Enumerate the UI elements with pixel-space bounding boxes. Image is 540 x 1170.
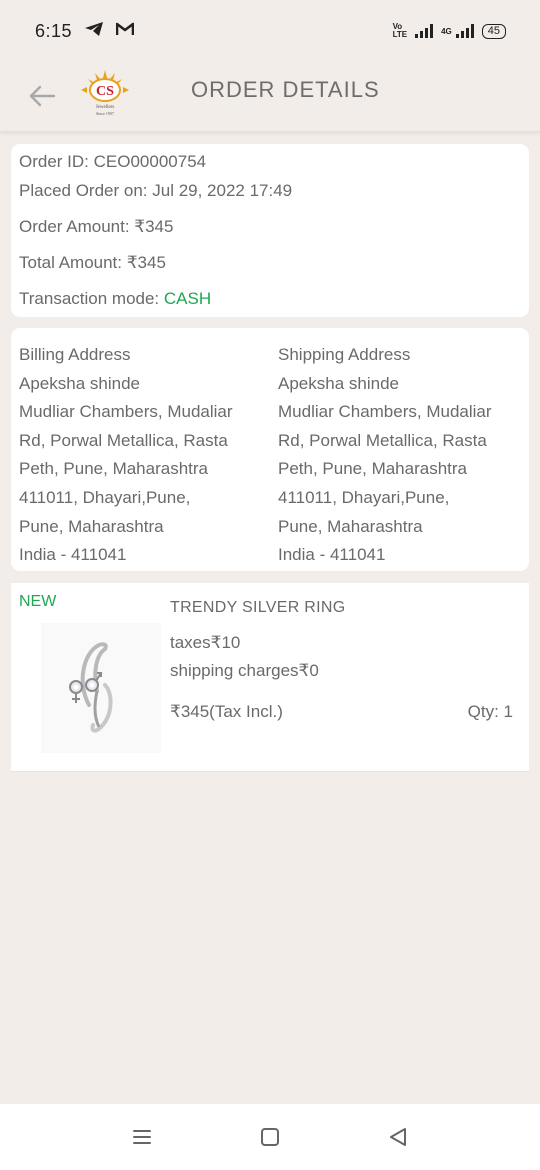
page-title: ORDER DETAILS [191,77,380,102]
product-price: ₹345(Tax Incl.) [170,702,283,721]
transaction-mode: Transaction mode: CASH [19,289,211,309]
billing-line: Mudliar Chambers, Mudaliar [19,402,233,422]
recent-apps-icon [133,1130,151,1144]
back-button[interactable] [26,80,58,112]
battery-indicator: 45 [481,23,506,39]
product-name[interactable]: TRENDY SILVER RING [170,599,346,617]
order-summary-card: Order ID: CEO00000754 Placed Order on: J… [11,144,529,317]
logo-sub: Jewellers [96,105,115,110]
shipping-address: Shipping Address Apeksha shinde Mudliar … [278,341,518,570]
order-amount: Order Amount: ₹345 [19,217,174,236]
billing-line: India - 411041 [19,545,127,565]
status-left: 6:15 [35,20,135,42]
gmail-icon [115,22,135,41]
product-shipping: shipping charges₹0 [170,661,319,680]
shipping-heading: Shipping Address [278,345,411,364]
product-image[interactable] [41,623,161,753]
home-icon [261,1128,279,1146]
brand-logo: CS Jewellers Since 1907 [77,66,133,122]
shipping-line: Peth, Pune, Maharashtra [278,459,468,479]
volte-bottom: LTE [392,30,408,39]
signal-strength-2-icon [455,24,474,38]
new-badge: NEW [19,593,57,610]
home-button[interactable] [257,1124,283,1150]
shipping-line: Rd, Porwal Metallica, Rasta [278,430,487,450]
billing-line: Rd, Porwal Metallica, Rasta [19,430,228,450]
billing-address: Billing Address Apeksha shinde Mudliar C… [19,341,259,570]
product-quantity: Qty: 1 [467,702,513,721]
shipping-line: India - 411041 [278,545,386,565]
status-right: Vo LTE 4G 45 [393,23,506,39]
signal-strength-icon [415,24,434,38]
back-nav-button[interactable] [385,1124,411,1150]
product-taxes: taxes₹10 [170,633,241,652]
placed-on: Placed Order on: Jul 29, 2022 17:49 [19,181,293,200]
total-amount: Total Amount: ₹345 [19,253,166,272]
logo-text: CS [96,84,114,99]
recent-apps-button[interactable] [129,1124,155,1150]
arrow-left-icon [29,85,56,107]
shipping-line: 411011, Dhayari,Pune, [278,487,450,507]
order-item-card[interactable]: NEW TRENDY SILVER RING taxes₹10 shipping… [11,583,529,772]
transaction-label: Transaction mode: [19,289,164,308]
billing-heading: Billing Address [19,345,131,364]
system-nav-bar [0,1104,540,1170]
status-bar: 6:15 Vo LTE 4G 45 [0,0,540,62]
status-time: 6:15 [35,20,73,41]
billing-line: Apeksha shinde [19,373,140,393]
shipping-line: Apeksha shinde [278,373,399,393]
address-card: Billing Address Apeksha shinde Mudliar C… [11,328,529,571]
logo-since: Since 1907 [96,111,114,116]
billing-line: Peth, Pune, Maharashtra [19,459,209,479]
transaction-value: CASH [163,289,212,308]
shipping-line: Mudliar Chambers, Mudaliar [278,402,492,422]
volte-indicator: Vo LTE [393,23,408,39]
billing-line: Pune, Maharashtra [19,516,164,536]
order-id: Order ID: CEO00000754 [19,152,207,171]
back-triangle-icon [390,1128,406,1146]
network-type: 4G [441,26,452,36]
telegram-icon [84,21,104,42]
app-bar: CS Jewellers Since 1907 ORDER DETAILS [0,62,540,132]
shipping-line: Pune, Maharashtra [278,516,423,536]
billing-line: 411011, Dhayari,Pune, [19,487,191,507]
ring-icon [41,623,161,753]
